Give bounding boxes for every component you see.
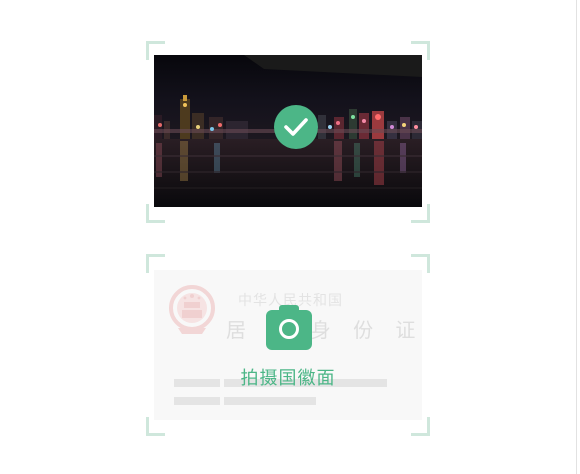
emblem-side-frame[interactable]: 中华人民共和国 居 民 身 份 证 拍摄国徽面	[146, 254, 430, 436]
placeholder-line	[174, 397, 220, 405]
camera-hump	[279, 305, 299, 313]
checkmark-icon	[284, 118, 308, 136]
captured-photo[interactable]	[154, 55, 422, 207]
camera-icon[interactable]	[266, 305, 312, 350]
portrait-side-frame[interactable]	[146, 41, 430, 223]
scrollbar-edge	[576, 0, 577, 474]
national-emblem-icon	[169, 285, 215, 334]
placeholder-line	[224, 397, 316, 405]
capture-emblem-label[interactable]: 拍摄国徽面	[146, 364, 430, 390]
id-card-type-title: 居 民 身 份 证	[226, 318, 424, 342]
camera-lens	[279, 319, 299, 339]
check-circle-icon	[274, 105, 318, 149]
